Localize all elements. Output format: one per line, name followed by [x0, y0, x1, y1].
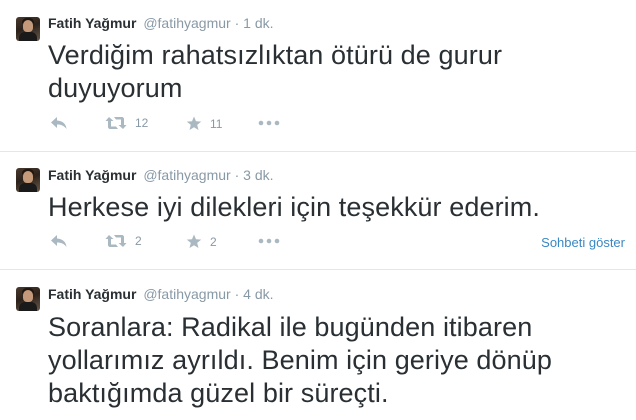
avatar[interactable] [16, 17, 40, 41]
tweet[interactable]: Fatih Yağmur @fatihyagmur · 4 dk. Soranl… [0, 269, 636, 420]
tweet-header: Fatih Yağmur @fatihyagmur · 4 dk. [48, 285, 274, 303]
reply-icon [51, 117, 67, 129]
tweet-timestamp[interactable]: 3 dk. [243, 167, 273, 183]
tweet[interactable]: Fatih Yağmur @fatihyagmur · 3 dk. Herkes… [0, 151, 636, 269]
tweet-header: Fatih Yağmur @fatihyagmur · 1 dk. [48, 14, 274, 32]
separator-dot: · [234, 15, 240, 31]
reply-icon [51, 235, 67, 247]
user-fullname[interactable]: Fatih Yağmur [48, 15, 136, 31]
separator-dot: · [234, 286, 240, 302]
tweet[interactable]: Fatih Yağmur @fatihyagmur · 1 dk. Verdiğ… [0, 0, 636, 151]
tweet-header: Fatih Yağmur @fatihyagmur · 3 dk. [48, 166, 274, 184]
tweet-text: Herkese iyi dilekleri için teşekkür eder… [48, 192, 540, 222]
avatar[interactable] [16, 287, 40, 311]
separator-dot: · [234, 167, 240, 183]
more-button[interactable] [258, 234, 280, 248]
retweet-button[interactable]: 12 [105, 116, 148, 130]
show-conversation-link[interactable]: Sohbeti göster [541, 235, 625, 250]
user-handle[interactable]: @fatihyagmur [143, 167, 230, 183]
retweet-icon [105, 117, 127, 129]
star-icon [186, 116, 202, 130]
user-handle[interactable]: @fatihyagmur [143, 286, 230, 302]
more-icon [258, 238, 280, 244]
more-button[interactable] [258, 116, 280, 130]
favorite-count: 11 [210, 116, 223, 131]
tweet-text: Verdiğim rahatsızlıktan ötürü de gurur d… [48, 40, 503, 103]
retweet-button[interactable]: 2 [105, 234, 142, 248]
user-fullname[interactable]: Fatih Yağmur [48, 167, 136, 183]
reply-button[interactable] [50, 234, 68, 248]
user-fullname[interactable]: Fatih Yağmur [48, 286, 136, 302]
retweet-count: 2 [135, 234, 142, 248]
reply-button[interactable] [50, 116, 68, 130]
favorite-button[interactable]: 2 [186, 234, 217, 249]
tweet-timestamp[interactable]: 1 dk. [243, 15, 273, 31]
more-icon [258, 120, 280, 126]
tweet-timestamp[interactable]: 4 dk. [243, 286, 273, 302]
retweet-count: 12 [135, 116, 149, 130]
tweet-actions: 12 11 [48, 116, 628, 136]
user-handle[interactable]: @fatihyagmur [143, 15, 230, 31]
favorite-count: 2 [210, 234, 217, 249]
tweet-text: Soranlara: Radikal ile bugünden itibaren… [48, 312, 553, 408]
star-icon [186, 234, 202, 248]
retweet-icon [105, 235, 127, 247]
avatar[interactable] [16, 168, 40, 192]
favorite-button[interactable]: 11 [186, 116, 222, 131]
